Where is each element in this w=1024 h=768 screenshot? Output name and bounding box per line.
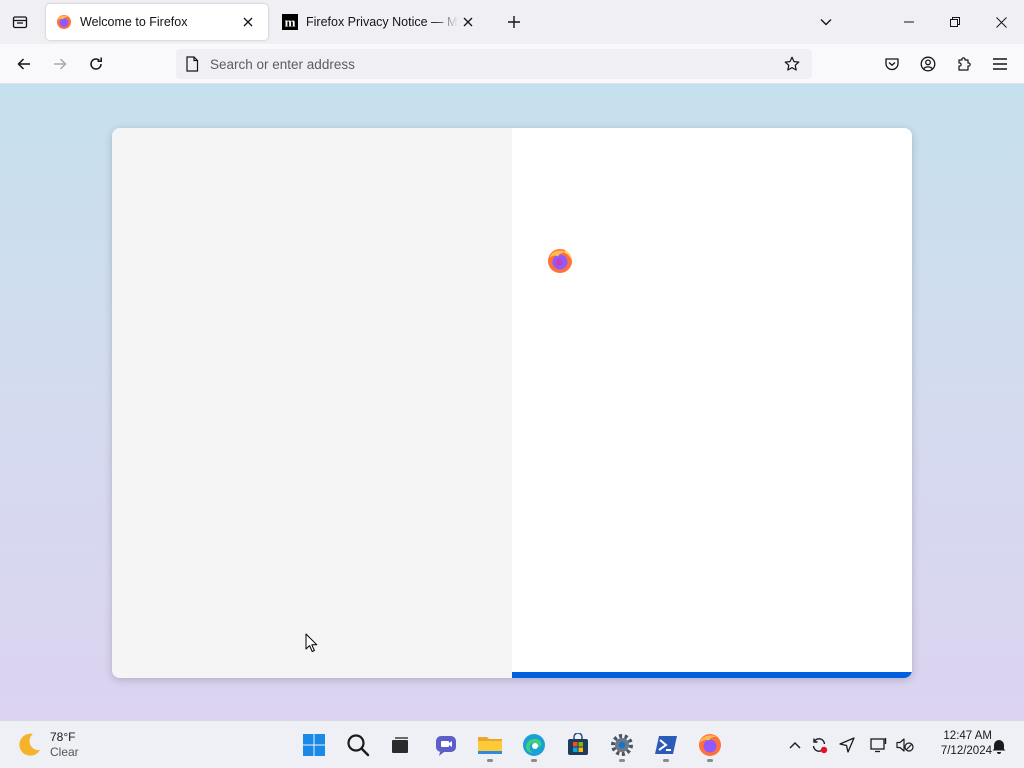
volume-tray-button[interactable] bbox=[894, 733, 916, 757]
close-tab-button[interactable] bbox=[238, 12, 258, 32]
close-icon bbox=[243, 17, 253, 27]
minimize-button[interactable] bbox=[886, 0, 932, 44]
taskbar-search-button[interactable] bbox=[338, 727, 378, 763]
onboarding-illustration-panel bbox=[112, 128, 512, 678]
weather-temperature: 78°F bbox=[50, 730, 76, 744]
location-tray-button[interactable] bbox=[836, 733, 858, 757]
hamburger-menu-icon bbox=[993, 58, 1007, 70]
close-tab-button[interactable] bbox=[458, 12, 478, 32]
moon-icon bbox=[19, 733, 40, 756]
weather-widget[interactable]: 78°F Clear bbox=[14, 727, 79, 763]
plus-icon bbox=[508, 16, 520, 28]
task-view-button[interactable] bbox=[380, 727, 420, 763]
running-indicator bbox=[663, 759, 669, 762]
settings-button[interactable] bbox=[602, 727, 642, 763]
star-icon bbox=[784, 56, 800, 71]
weather-condition: Clear bbox=[50, 745, 79, 759]
pocket-icon bbox=[885, 58, 899, 71]
clock-date: 7/12/2024 bbox=[940, 745, 992, 757]
minimize-icon bbox=[904, 21, 914, 23]
page-content bbox=[0, 84, 1024, 720]
running-indicator bbox=[707, 759, 713, 762]
powershell-button[interactable] bbox=[646, 727, 686, 763]
firefox-view-icon bbox=[12, 16, 28, 29]
address-bar[interactable] bbox=[176, 49, 812, 79]
page-icon bbox=[184, 56, 200, 72]
back-arrow-icon bbox=[17, 58, 30, 70]
pocket-button[interactable] bbox=[878, 50, 906, 78]
gear-icon bbox=[611, 734, 633, 756]
forward-arrow-icon bbox=[54, 58, 67, 70]
menu-button[interactable] bbox=[986, 50, 1014, 78]
running-indicator bbox=[487, 759, 493, 762]
mozilla-m-icon: m bbox=[282, 14, 298, 30]
folder-icon bbox=[478, 737, 502, 754]
network-tray-button[interactable] bbox=[868, 733, 890, 757]
start-button[interactable] bbox=[294, 727, 334, 763]
notifications-button[interactable] bbox=[988, 734, 1010, 758]
tab-title: Firefox Privacy Notice — Mozilla bbox=[306, 15, 458, 29]
progress-fill bbox=[512, 672, 912, 678]
reload-button[interactable] bbox=[82, 50, 110, 78]
running-indicator bbox=[531, 759, 537, 762]
sync-tray-button[interactable] bbox=[808, 733, 830, 757]
task-view-icon bbox=[392, 737, 408, 753]
notification-bell-icon bbox=[992, 740, 1006, 754]
forward-button[interactable] bbox=[46, 50, 74, 78]
chevron-up-icon bbox=[789, 742, 801, 749]
file-explorer-button[interactable] bbox=[470, 727, 510, 763]
chevron-down-icon bbox=[820, 19, 832, 26]
firefox-icon bbox=[56, 14, 72, 30]
sync-icon bbox=[812, 738, 828, 754]
search-icon bbox=[347, 734, 370, 757]
mouse-cursor-icon bbox=[305, 633, 318, 652]
close-icon bbox=[463, 17, 473, 27]
microsoft-store-button[interactable] bbox=[558, 727, 598, 763]
windows-logo-icon bbox=[303, 734, 325, 756]
account-icon bbox=[920, 56, 936, 72]
puzzle-piece-icon bbox=[958, 57, 971, 71]
location-arrow-icon bbox=[839, 737, 855, 753]
account-button[interactable] bbox=[914, 50, 942, 78]
onboarding-dialog bbox=[112, 128, 912, 678]
close-window-button[interactable] bbox=[978, 0, 1024, 44]
edge-icon bbox=[523, 734, 545, 756]
back-button[interactable] bbox=[10, 50, 38, 78]
network-monitor-icon bbox=[870, 738, 887, 753]
tab-firefox-privacy-notice[interactable]: m Firefox Privacy Notice — Mozilla bbox=[272, 4, 488, 40]
show-hidden-icons-button[interactable] bbox=[784, 733, 806, 757]
restore-button[interactable] bbox=[932, 0, 978, 44]
store-icon bbox=[568, 733, 588, 755]
onboarding-content-panel bbox=[512, 128, 912, 678]
firefox-view-button[interactable] bbox=[6, 8, 34, 36]
tab-welcome-to-firefox[interactable]: Welcome to Firefox bbox=[46, 4, 268, 40]
taskbar-clock[interactable]: 12:47 AM 7/12/2024 bbox=[920, 729, 992, 759]
powershell-icon bbox=[655, 736, 677, 754]
list-all-tabs-button[interactable] bbox=[812, 8, 840, 36]
clock-time: 12:47 AM bbox=[943, 730, 992, 742]
navigation-toolbar bbox=[0, 44, 1024, 84]
firefox-taskbar-button[interactable] bbox=[690, 727, 730, 763]
firefox-logo-icon bbox=[548, 249, 572, 273]
reload-icon bbox=[90, 57, 102, 70]
tab-title: Welcome to Firefox bbox=[80, 15, 188, 29]
close-icon bbox=[995, 16, 1007, 28]
chat-button[interactable] bbox=[426, 727, 466, 763]
bookmark-star-button[interactable] bbox=[780, 52, 804, 76]
tab-strip: Welcome to Firefox m Firefox Privacy Not… bbox=[0, 0, 1024, 44]
speaker-muted-icon bbox=[896, 738, 914, 752]
restore-icon bbox=[950, 17, 960, 27]
onboarding-progress-bar bbox=[512, 672, 912, 678]
firefox-icon bbox=[699, 734, 721, 756]
windows-taskbar: 78°F Clear 12:47 AM 7/12/2024 bbox=[0, 720, 1024, 768]
new-tab-button[interactable] bbox=[500, 8, 528, 36]
extensions-button[interactable] bbox=[950, 50, 978, 78]
address-input[interactable] bbox=[210, 56, 780, 72]
svg-text:m: m bbox=[285, 15, 296, 30]
chat-icon bbox=[436, 736, 456, 756]
edge-button[interactable] bbox=[514, 727, 554, 763]
running-indicator bbox=[619, 759, 625, 762]
